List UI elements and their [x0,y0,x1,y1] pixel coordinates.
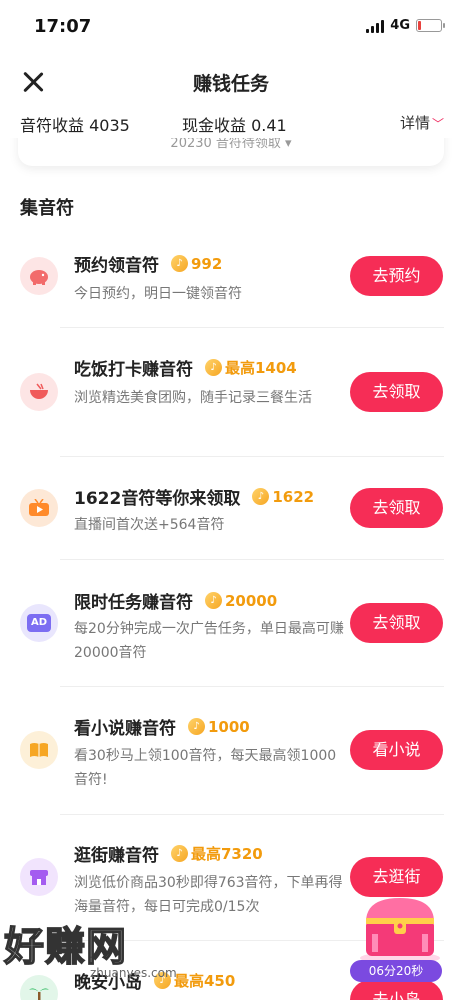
tv-icon [20,489,58,527]
reward-amount: 最高7320 [191,845,263,863]
section-title: 集音符 [20,198,74,219]
task-description: 直播间首次送+564音符 [74,517,225,533]
reward-amount: 20000 [225,591,278,610]
detail-link[interactable]: 详情 ﹀ [400,112,444,133]
read-novel-button[interactable]: 看小说 [350,730,443,770]
bowl-icon [20,373,58,411]
note-coin-icon: ♪ [205,592,222,609]
note-coin-icon: ♪ [171,255,188,272]
reward-badge: ♪ 最高1404 [205,357,297,378]
claim-button[interactable]: 去领取 [350,488,443,528]
task-description: 浏览低价商品30秒即得763音符，下单再得海量音符，每日可完成0/15次 [74,875,343,915]
task-description: 今日预约，明日一键领音符 [74,286,242,302]
network-label: 4G [390,18,410,33]
chevron-down-icon: ﹀ [431,117,444,131]
reserve-button[interactable]: 去预约 [350,256,443,296]
task-title: 看小说赚音符 [74,719,176,739]
reward-amount: 最高450 [174,972,236,990]
reward-amount: 最高1404 [225,359,297,377]
note-earnings: 音符收益 4035 [20,116,130,135]
task-description: 浏览精选美食团购，随手记录三餐生活 [74,390,312,406]
task-title: 限时任务赚音符 [74,593,193,613]
status-bar: 17:07 4G [0,0,462,56]
cash-earnings: 现金收益 0.41 [182,116,287,135]
task-title: 逛街赚音符 [74,846,159,866]
treasure-chest-icon[interactable] [352,890,448,964]
task-description: 每20分钟完成一次广告任务，单日最高可赚20000音符 [74,621,344,661]
watermark-url: zhuanyes.com [90,966,177,980]
note-coin-icon: ♪ [252,488,270,505]
shop-icon [20,858,58,896]
countdown-timer: 06分20秒 [350,960,442,982]
watermark: 好赚网 [3,923,127,971]
piggy-bank-icon [20,257,58,295]
task-title: 1622音符等你来领取 [74,489,241,509]
task-title: 吃饭打卡赚音符 [74,360,193,380]
status-time: 17:07 [34,16,92,37]
claim-button[interactable]: 去领取 [350,603,443,643]
reward-badge: ♪ 最高7320 [171,843,263,864]
divider [60,327,444,328]
signal-icon [366,19,385,33]
reward-badge: ♪ 1622 [252,488,314,506]
detail-label: 详情 [399,114,430,132]
divider [60,456,444,457]
nav-bar: 赚钱任务 [0,56,462,106]
reward-badge: ♪ 1000 [188,718,250,736]
ad-icon: AD [20,604,58,642]
task-title: 预约领音符 [74,256,159,276]
reward-amount: 1622 [272,487,315,506]
battery-icon [416,19,445,32]
note-coin-icon: ♪ [171,845,188,862]
task-description: 看30秒马上领100音符，每天最高领1000音符! [74,748,337,788]
divider [60,559,444,560]
claim-button[interactable]: 去领取 [350,372,443,412]
book-icon [20,731,58,769]
reward-badge: ♪ 20000 [205,592,277,610]
divider [60,686,444,687]
reward-amount: 992 [191,254,223,273]
reward-badge: ♪ 992 [171,255,222,273]
status-indicators: 4G [366,18,445,33]
reward-amount: 1000 [208,717,250,736]
divider [60,814,444,815]
note-coin-icon: ♪ [205,359,222,376]
palm-tree-icon [20,975,58,1000]
earnings-row: 音符收益 4035 现金收益 0.41 详情 ﹀ [0,106,462,138]
note-coin-icon: ♪ [188,718,205,735]
go-island-button[interactable]: 去小岛 [350,980,443,1000]
page-title: 赚钱任务 [192,73,269,95]
